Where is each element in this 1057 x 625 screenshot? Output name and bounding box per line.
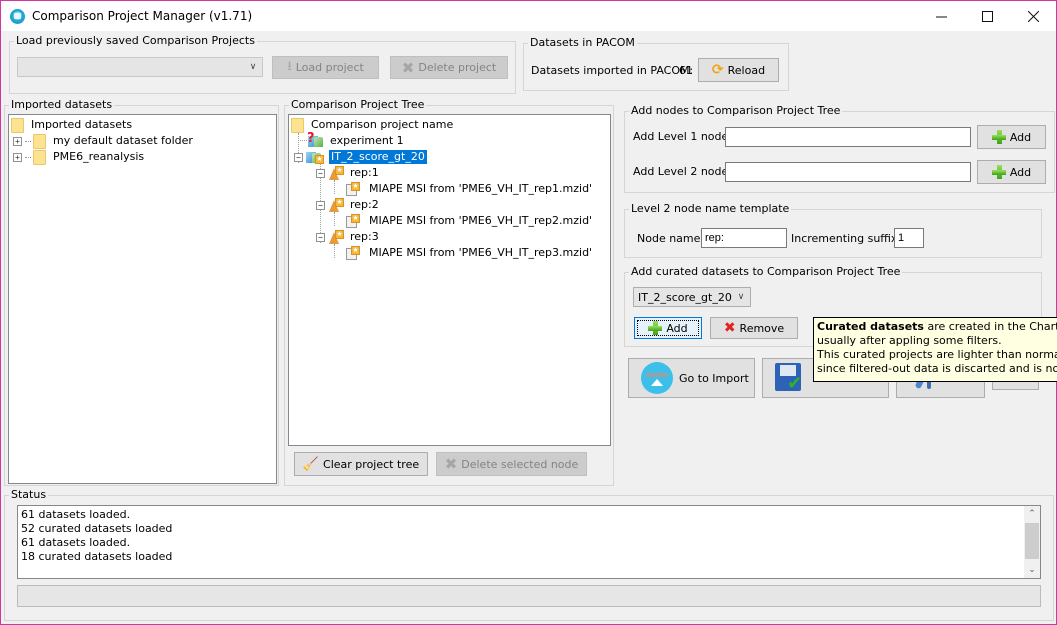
collapse-icon[interactable]: −	[316, 232, 325, 242]
curated-datasets-tooltip: Curated datasets are created in the Char…	[813, 317, 1057, 382]
tree-node-msi[interactable]: ★ MIAPE MSI from 'PME6_VH_IT_rep3.mzid'	[346, 245, 594, 261]
download-icon: ⭳	[287, 58, 292, 74]
scroll-up-icon[interactable]: ⌃	[1024, 506, 1040, 522]
replicate-icon: ★	[328, 166, 344, 180]
folder-icon	[33, 133, 46, 149]
chevron-down-icon: ∨	[737, 292, 745, 302]
load-projects-legend: Load previously saved Comparison Project…	[16, 34, 255, 47]
node-name-input[interactable]	[701, 228, 787, 248]
scroll-thumb[interactable]	[1025, 523, 1039, 559]
node-name-label: Node name:	[637, 232, 705, 245]
level1-label: Add Level 1 node:	[633, 130, 732, 143]
remove-curated-button[interactable]: ✖ Remove	[710, 317, 798, 339]
collapse-icon[interactable]: −	[316, 200, 325, 210]
close-button[interactable]	[1010, 1, 1056, 31]
template-legend: Level 2 node name template	[631, 202, 790, 215]
template-group: Level 2 node name template	[624, 203, 1042, 258]
minimize-button[interactable]	[918, 1, 964, 31]
tree-node-experiment[interactable]: ? experiment 1	[307, 132, 406, 149]
status-line: 61 datasets loaded.	[21, 508, 131, 521]
tree-node-rep[interactable]: − ★ rep:1	[316, 165, 381, 181]
curated-legend: Add curated datasets to Comparison Proje…	[631, 265, 901, 278]
tree-node-rep[interactable]: − ★ rep:2	[316, 197, 381, 213]
tree-node-curated[interactable]: − ★ IT_2_score_gt_20	[294, 149, 427, 165]
experiment-curated-icon: ★	[306, 150, 324, 164]
save-icon: ✔	[775, 363, 805, 393]
add-level1-button[interactable]: Add	[977, 125, 1046, 149]
pacom-legend: Datasets in PACOM	[530, 36, 635, 49]
progress-bar	[17, 585, 1041, 607]
tree-node-msi[interactable]: ★ MIAPE MSI from 'PME6_VH_IT_rep1.mzid'	[346, 181, 594, 197]
go-to-import-button[interactable]: Go to Import	[628, 358, 755, 398]
window-title: Comparison Project Manager (v1.71)	[32, 9, 253, 23]
tree-node-root[interactable]: Imported datasets	[11, 117, 134, 133]
expand-icon[interactable]: +	[13, 136, 22, 146]
pacom-imported-label: Datasets imported in PACOM:	[531, 64, 694, 77]
delete-icon: ✖	[444, 455, 458, 473]
main-window: Comparison Project Manager (v1.71) Load …	[0, 0, 1057, 625]
suffix-input[interactable]	[894, 228, 924, 248]
plus-icon	[648, 321, 663, 335]
level2-node-input[interactable]	[725, 162, 971, 182]
folder-icon	[291, 117, 304, 133]
msi-document-icon: ★	[346, 182, 362, 196]
status-line: 61 datasets loaded.	[21, 536, 131, 549]
scroll-down-icon[interactable]: ⌄	[1024, 562, 1040, 578]
clear-project-tree-button[interactable]: 🧹 Clear project tree	[294, 452, 428, 476]
status-legend: Status	[11, 488, 47, 501]
plus-icon	[991, 165, 1006, 179]
replicate-icon: ★	[328, 230, 344, 244]
delete-project-button[interactable]: ✖ Delete project	[390, 56, 508, 79]
minimize-icon	[935, 16, 947, 17]
curated-dataset-combo[interactable]: IT_2_score_gt_20 ∨	[633, 287, 751, 307]
suffix-label: Incrementing suffix:	[791, 232, 902, 245]
reload-icon: ⟳	[711, 62, 724, 78]
status-log[interactable]: 61 datasets loaded. 52 curated datasets …	[17, 505, 1041, 579]
close-icon	[1027, 10, 1039, 22]
folder-icon	[11, 117, 24, 133]
folder-icon	[33, 149, 46, 165]
status-scrollbar[interactable]: ⌃ ⌄	[1024, 506, 1040, 578]
experiment-unknown-icon: ?	[307, 132, 324, 148]
chevron-down-icon: ∨	[249, 62, 257, 72]
plus-icon	[991, 130, 1006, 144]
add-curated-button[interactable]: Add	[634, 317, 702, 339]
tree-node-rep[interactable]: − ★ rep:3	[316, 229, 381, 245]
level1-node-input[interactable]	[725, 127, 971, 147]
imported-datasets-tree[interactable]: Imported datasets + my default dataset f…	[8, 114, 277, 484]
add-level2-button[interactable]: Add	[977, 160, 1046, 184]
remove-icon: ✖	[723, 320, 736, 336]
tree-node-msi[interactable]: ★ MIAPE MSI from 'PME6_VH_IT_rep2.mzid'	[346, 213, 594, 229]
msi-document-icon: ★	[346, 246, 362, 260]
pacom-imported-count: 61	[679, 64, 693, 77]
expand-icon[interactable]: +	[13, 152, 22, 162]
reload-button[interactable]: ⟳ Reload	[698, 58, 779, 82]
tree-node-folder[interactable]: + PME6_reanalysis	[13, 149, 146, 165]
load-project-button[interactable]: ⭳ Load project	[272, 56, 379, 79]
status-line: 18 curated datasets loaded	[21, 550, 173, 563]
maximize-button[interactable]	[964, 1, 1010, 31]
delete-selected-node-button[interactable]: ✖ Delete selected node	[436, 452, 587, 476]
delete-icon: ✖	[401, 58, 415, 77]
project-tree-legend: Comparison Project Tree	[291, 98, 425, 111]
collapse-icon[interactable]: −	[294, 152, 303, 162]
project-tree[interactable]: Comparison project name ? experiment 1 −…	[288, 114, 611, 446]
tree-node-folder[interactable]: + my default dataset folder	[13, 133, 195, 149]
replicate-icon: ★	[328, 198, 344, 212]
maximize-icon	[981, 10, 993, 22]
broom-icon: 🧹	[302, 456, 320, 472]
import-icon	[641, 362, 673, 394]
saved-projects-combo[interactable]: ∨	[17, 57, 263, 77]
app-icon	[10, 8, 25, 24]
project-tree-root[interactable]: Comparison project name	[291, 117, 455, 133]
imported-datasets-legend: Imported datasets	[11, 98, 113, 111]
level2-label: Add Level 2 node:	[633, 165, 732, 178]
title-bar: Comparison Project Manager (v1.71)	[1, 1, 1056, 31]
collapse-icon[interactable]: −	[316, 168, 325, 178]
status-line: 52 curated datasets loaded	[21, 522, 173, 535]
msi-document-icon: ★	[346, 214, 362, 228]
add-nodes-legend: Add nodes to Comparison Project Tree	[631, 104, 841, 117]
